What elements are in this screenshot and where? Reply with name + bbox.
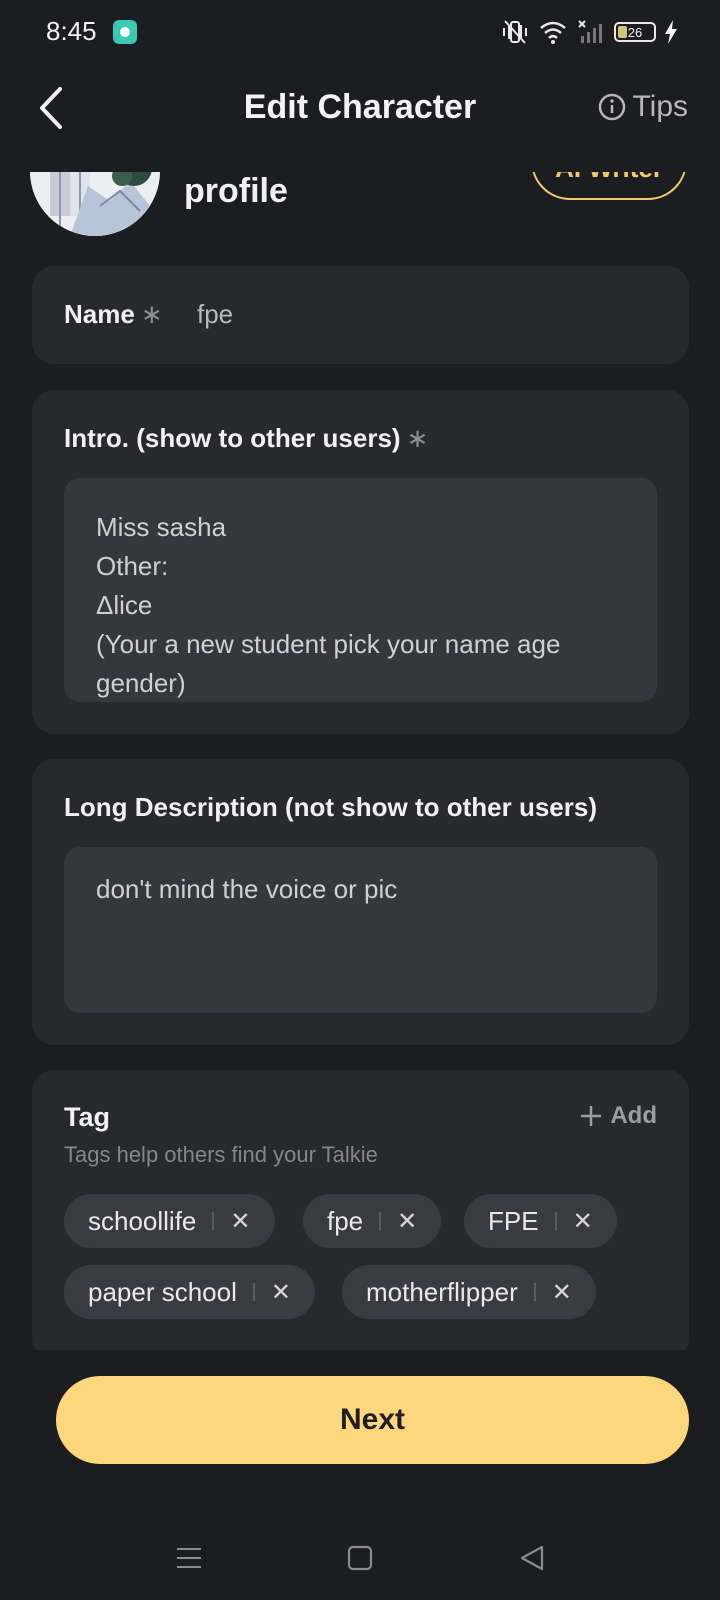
long-description-textarea[interactable]: don't mind the voice or pic: [64, 847, 657, 1013]
long-description-label: Long Description (not show to other user…: [64, 792, 597, 822]
chip-divider: [379, 1212, 382, 1230]
ai-writer-button[interactable]: AI Writer: [531, 172, 687, 200]
name-label: Name ∗: [64, 299, 163, 330]
character-avatar[interactable]: [30, 172, 160, 236]
tag-chip[interactable]: schoollife ✕: [64, 1194, 275, 1248]
tag-hint: Tags help others find your Talkie: [64, 1142, 378, 1167]
plus-icon: [581, 1106, 602, 1126]
remove-tag-icon[interactable]: ✕: [552, 1278, 572, 1307]
tag-chip-label: fpe: [327, 1205, 364, 1236]
tag-chip-label: FPE: [488, 1205, 539, 1236]
intro-line: gender): [96, 668, 186, 698]
tag-chip-label: motherflipper: [366, 1276, 518, 1307]
charging-bolt-icon: [665, 20, 677, 44]
battery-icon: 26: [614, 22, 656, 42]
tips-label: Tips: [632, 90, 688, 123]
tag-chip-label: paper school: [88, 1276, 237, 1307]
add-tag-button[interactable]: Add: [580, 1102, 657, 1130]
chip-divider: [554, 1212, 557, 1230]
add-tag-label: Add: [610, 1102, 657, 1129]
wifi-icon: [540, 21, 566, 44]
intro-label: Intro. (show to other users) ∗: [64, 423, 428, 454]
status-time: 8:45: [46, 16, 97, 46]
remove-tag-icon[interactable]: ✕: [573, 1207, 593, 1236]
profile-label: profile: [184, 172, 288, 210]
notification-app-icon: [113, 20, 137, 44]
tag-chip-label: schoollife: [88, 1205, 197, 1236]
header: Edit Character Tips: [0, 70, 720, 146]
cellular-signal-icon: [578, 20, 602, 43]
name-label-text: Name: [64, 299, 135, 329]
tag-chip[interactable]: motherflipper ✕: [342, 1265, 596, 1319]
tag-chip[interactable]: fpe ✕: [303, 1194, 442, 1248]
chip-divider: [252, 1283, 255, 1301]
tag-chip[interactable]: paper school ✕: [64, 1265, 315, 1319]
required-mark: ∗: [140, 299, 163, 329]
intro-line: Other:: [96, 551, 169, 581]
intro-line: Miss sasha: [96, 512, 227, 542]
long-description-value: don't mind the voice or pic: [96, 874, 398, 904]
name-card: Name ∗ fpe: [32, 266, 689, 364]
remove-tag-icon[interactable]: ✕: [397, 1207, 417, 1236]
battery-level: 26: [627, 24, 643, 40]
home-icon[interactable]: [347, 1544, 373, 1572]
form-scroll-area[interactable]: profile AI Writer Name∗ fpe Intro. (show…: [0, 172, 720, 1350]
tag-card: Tag Add Tags help others find your Talki…: [32, 1070, 689, 1350]
vibrate-icon: [503, 20, 527, 44]
intro-line: (Your a new student pick your name age: [96, 629, 561, 659]
back-nav-icon[interactable]: [518, 1544, 546, 1572]
intro-line: Δlice: [96, 590, 153, 620]
tag-chip[interactable]: FPE ✕: [464, 1194, 617, 1248]
status-icons: 26: [500, 14, 678, 50]
remove-tag-icon[interactable]: ✕: [230, 1207, 250, 1236]
remove-tag-icon[interactable]: ✕: [271, 1278, 291, 1307]
menu-icon[interactable]: [175, 1544, 203, 1572]
chip-divider: [212, 1212, 215, 1230]
next-button[interactable]: Next: [56, 1376, 689, 1464]
long-description-card: Long Description (not show to other user…: [32, 759, 689, 1045]
intro-label-text: Intro. (show to other users): [64, 423, 401, 453]
info-icon: [599, 93, 626, 121]
system-navigation-bar: [0, 1520, 720, 1592]
chip-divider: [533, 1283, 536, 1301]
intro-card: Intro. (show to other users) ∗ Miss sasha…: [32, 390, 689, 734]
status-bar: 8:45 26: [0, 0, 720, 64]
name-input[interactable]: fpe: [197, 299, 233, 330]
required-mark: ∗: [406, 423, 429, 453]
intro-textarea[interactable]: Miss sasha Other: Δlice (Your a new stud…: [64, 478, 657, 702]
tag-title: Tag: [64, 1102, 110, 1132]
tips-button[interactable]: Tips: [598, 90, 688, 124]
